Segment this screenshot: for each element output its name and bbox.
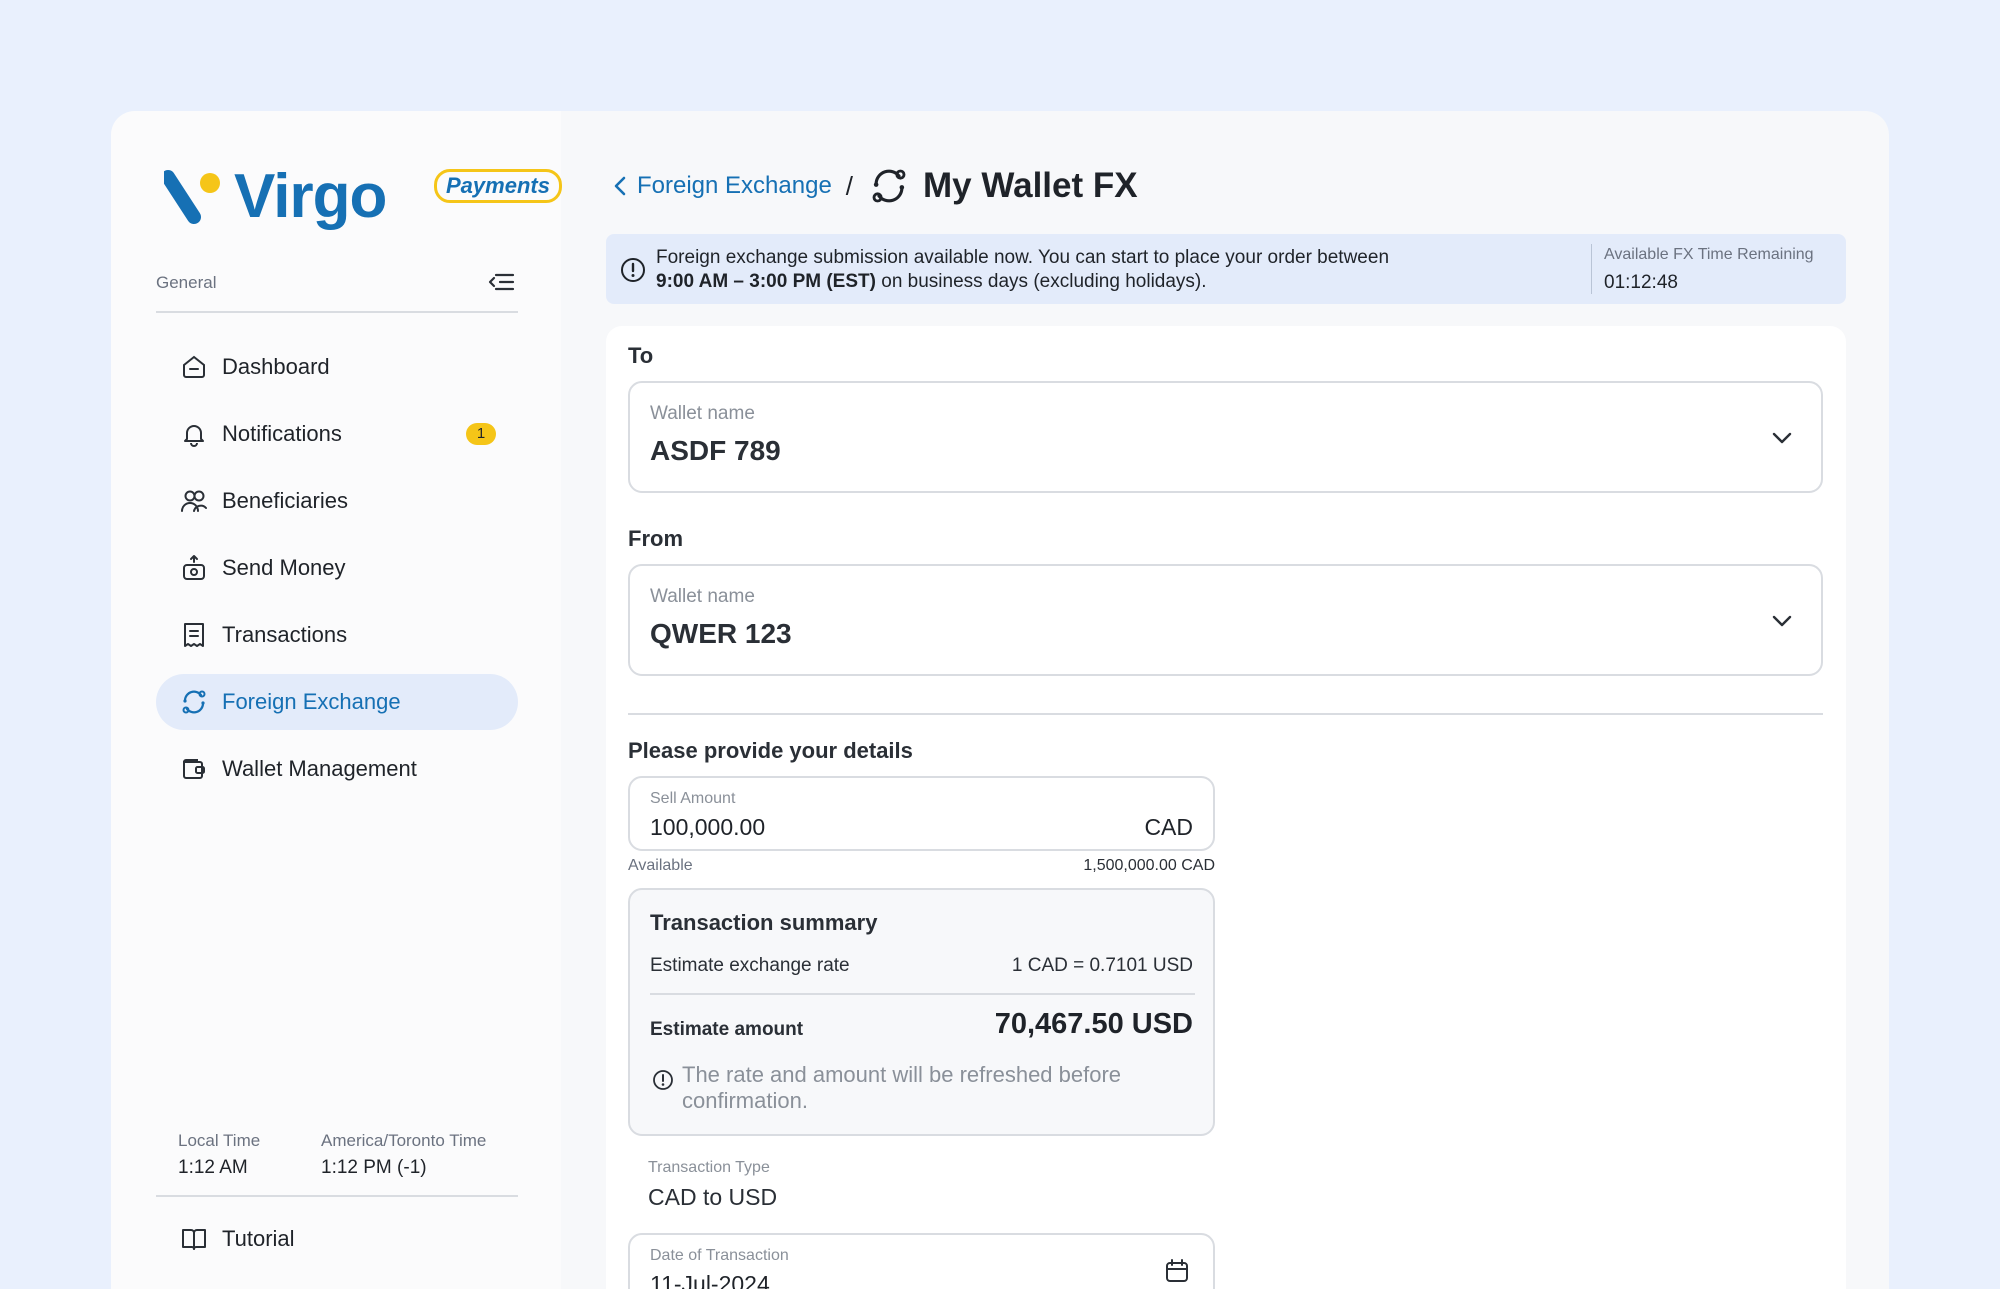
local-time-value: 1:12 AM [178,1157,248,1178]
banner-text-line2: on business days (excluding holidays). [875,271,1207,292]
to-wallet-select[interactable]: Wallet name ASDF 789 [628,381,1823,493]
collapse-sidebar-icon[interactable] [486,267,516,297]
from-wallet-select[interactable]: Wallet name QWER 123 [628,564,1823,676]
summary-title: Transaction summary [650,910,878,935]
send-money-icon [180,554,208,582]
book-icon [180,1225,208,1253]
toronto-time-value: 1:12 PM (-1) [321,1157,427,1178]
sidebar-item-tutorial[interactable]: Tutorial [156,1211,518,1267]
timer-label: Available FX Time Remaining [1604,246,1814,263]
date-value: 11-Jul-2024 [650,1271,770,1289]
breadcrumb: Foreign Exchange / My Wallet FX [613,161,1138,211]
sidebar-item-send-money[interactable]: Send Money [156,540,518,596]
fx-time-remaining: Available FX Time Remaining 01:12:48 [1604,246,1814,294]
sidebar-item-label: Transactions [222,622,348,647]
sidebar-item-label: Notifications [222,421,342,446]
virgo-logo-mark-icon [164,170,220,224]
local-time: Local Time 1:12 AM [178,1131,260,1179]
banner-text-line1: Foreign exchange submission available no… [656,247,1390,268]
sell-currency: CAD [1144,814,1193,840]
chevron-down-icon [1772,432,1792,444]
transaction-type-label: Transaction Type [648,1159,770,1176]
info-icon [621,258,645,282]
time-display: Local Time 1:12 AM America/Toronto Time … [156,1131,518,1197]
breadcrumb-parent: Foreign Exchange [637,172,832,199]
calendar-icon[interactable] [1163,1257,1191,1285]
chevron-down-icon [1772,615,1792,627]
sell-amount-value: 100,000.00 [650,814,766,840]
sidebar-item-label: Send Money [222,555,346,580]
exchange-rate-value: 1 CAD = 0.7101 USD [1011,955,1193,976]
toronto-time-label: America/Toronto Time [321,1131,487,1150]
bell-icon [180,420,208,448]
exchange-rate-label: Estimate exchange rate [650,955,850,976]
refresh-note: The rate and amount will be refreshed be… [682,1062,1122,1113]
sidebar-item-transactions[interactable]: Transactions [156,607,518,663]
brand-name: Virgo [234,162,387,231]
sidebar-item-wallet-management[interactable]: Wallet Management [156,741,518,797]
available-balance: Available 1,500,000.00 CAD [628,857,1215,875]
to-wallet-value: ASDF 789 [650,435,781,466]
divider [1591,244,1592,294]
breadcrumb-separator: / [845,170,854,201]
sidebar-section-header: General [156,261,518,313]
sidebar-item-label: Wallet Management [222,756,417,781]
from-wallet-label: Wallet name [650,586,755,607]
notification-count-badge: 1 [466,423,496,445]
transaction-summary: Transaction summary Estimate exchange ra… [628,888,1215,1136]
sidebar-item-beneficiaries[interactable]: Beneficiaries [156,473,518,529]
toronto-time: America/Toronto Time 1:12 PM (-1) [321,1131,486,1179]
banner-hours: 9:00 AM – 3:00 PM (EST) [656,271,876,292]
sidebar-item-label: Foreign Exchange [222,689,401,714]
app-window: Virgo Payments General Dashboard Notific… [111,111,1889,1289]
available-label: Available [628,857,693,874]
from-section-title: From [628,526,683,551]
from-wallet-value: QWER 123 [650,618,792,649]
exchange-icon [180,688,208,716]
estimate-amount-label: Estimate amount [650,1019,804,1040]
info-icon [653,1070,673,1090]
tutorial-label: Tutorial [222,1226,295,1251]
banner-message: Foreign exchange submission available no… [656,246,1556,294]
divider [650,993,1195,995]
chevron-left-icon [614,176,626,196]
sell-amount-label: Sell Amount [650,790,736,807]
date-label: Date of Transaction [650,1247,789,1264]
transaction-type-value: CAD to USD [648,1184,778,1210]
main-content: Foreign Exchange / My Wallet FX Foreign … [561,111,1889,1289]
fx-availability-banner: Foreign exchange submission available no… [606,234,1846,304]
to-section-title: To [628,343,654,368]
brand-badge: Payments [434,169,562,203]
breadcrumb-back-link[interactable]: Foreign Exchange [613,172,832,200]
sidebar-item-label: Beneficiaries [222,488,348,513]
sidebar: Virgo Payments General Dashboard Notific… [111,111,562,1289]
receipt-icon [180,621,208,649]
fx-form-card: To Wallet name ASDF 789 From Wallet name… [606,326,1846,1289]
exchange-icon [872,169,906,203]
sidebar-nav: Dashboard Notifications 1 Beneficiaries [156,339,518,808]
page-title: My Wallet FX [923,166,1138,205]
timer-value: 01:12:48 [1604,272,1678,293]
brand-logo[interactable]: Virgo Payments [164,161,562,233]
sell-amount-field[interactable]: Sell Amount 100,000.00 CAD [628,776,1215,851]
to-wallet-label: Wallet name [650,403,755,424]
wallet-icon [180,755,208,783]
users-icon [180,487,208,515]
sidebar-item-foreign-exchange[interactable]: Foreign Exchange [156,674,518,730]
sidebar-item-dashboard[interactable]: Dashboard [156,339,518,395]
section-label: General [156,273,217,292]
details-section-title: Please provide your details [628,738,913,763]
transaction-date-field[interactable]: Date of Transaction 11-Jul-2024 [628,1233,1215,1289]
estimate-amount-value: 70,467.50 USD [994,1008,1193,1040]
divider [628,713,1823,715]
available-value: 1,500,000.00 CAD [1083,857,1215,874]
sidebar-item-notifications[interactable]: Notifications 1 [156,406,518,462]
home-icon [180,353,208,381]
sidebar-item-label: Dashboard [222,354,330,379]
local-time-label: Local Time [178,1131,261,1150]
